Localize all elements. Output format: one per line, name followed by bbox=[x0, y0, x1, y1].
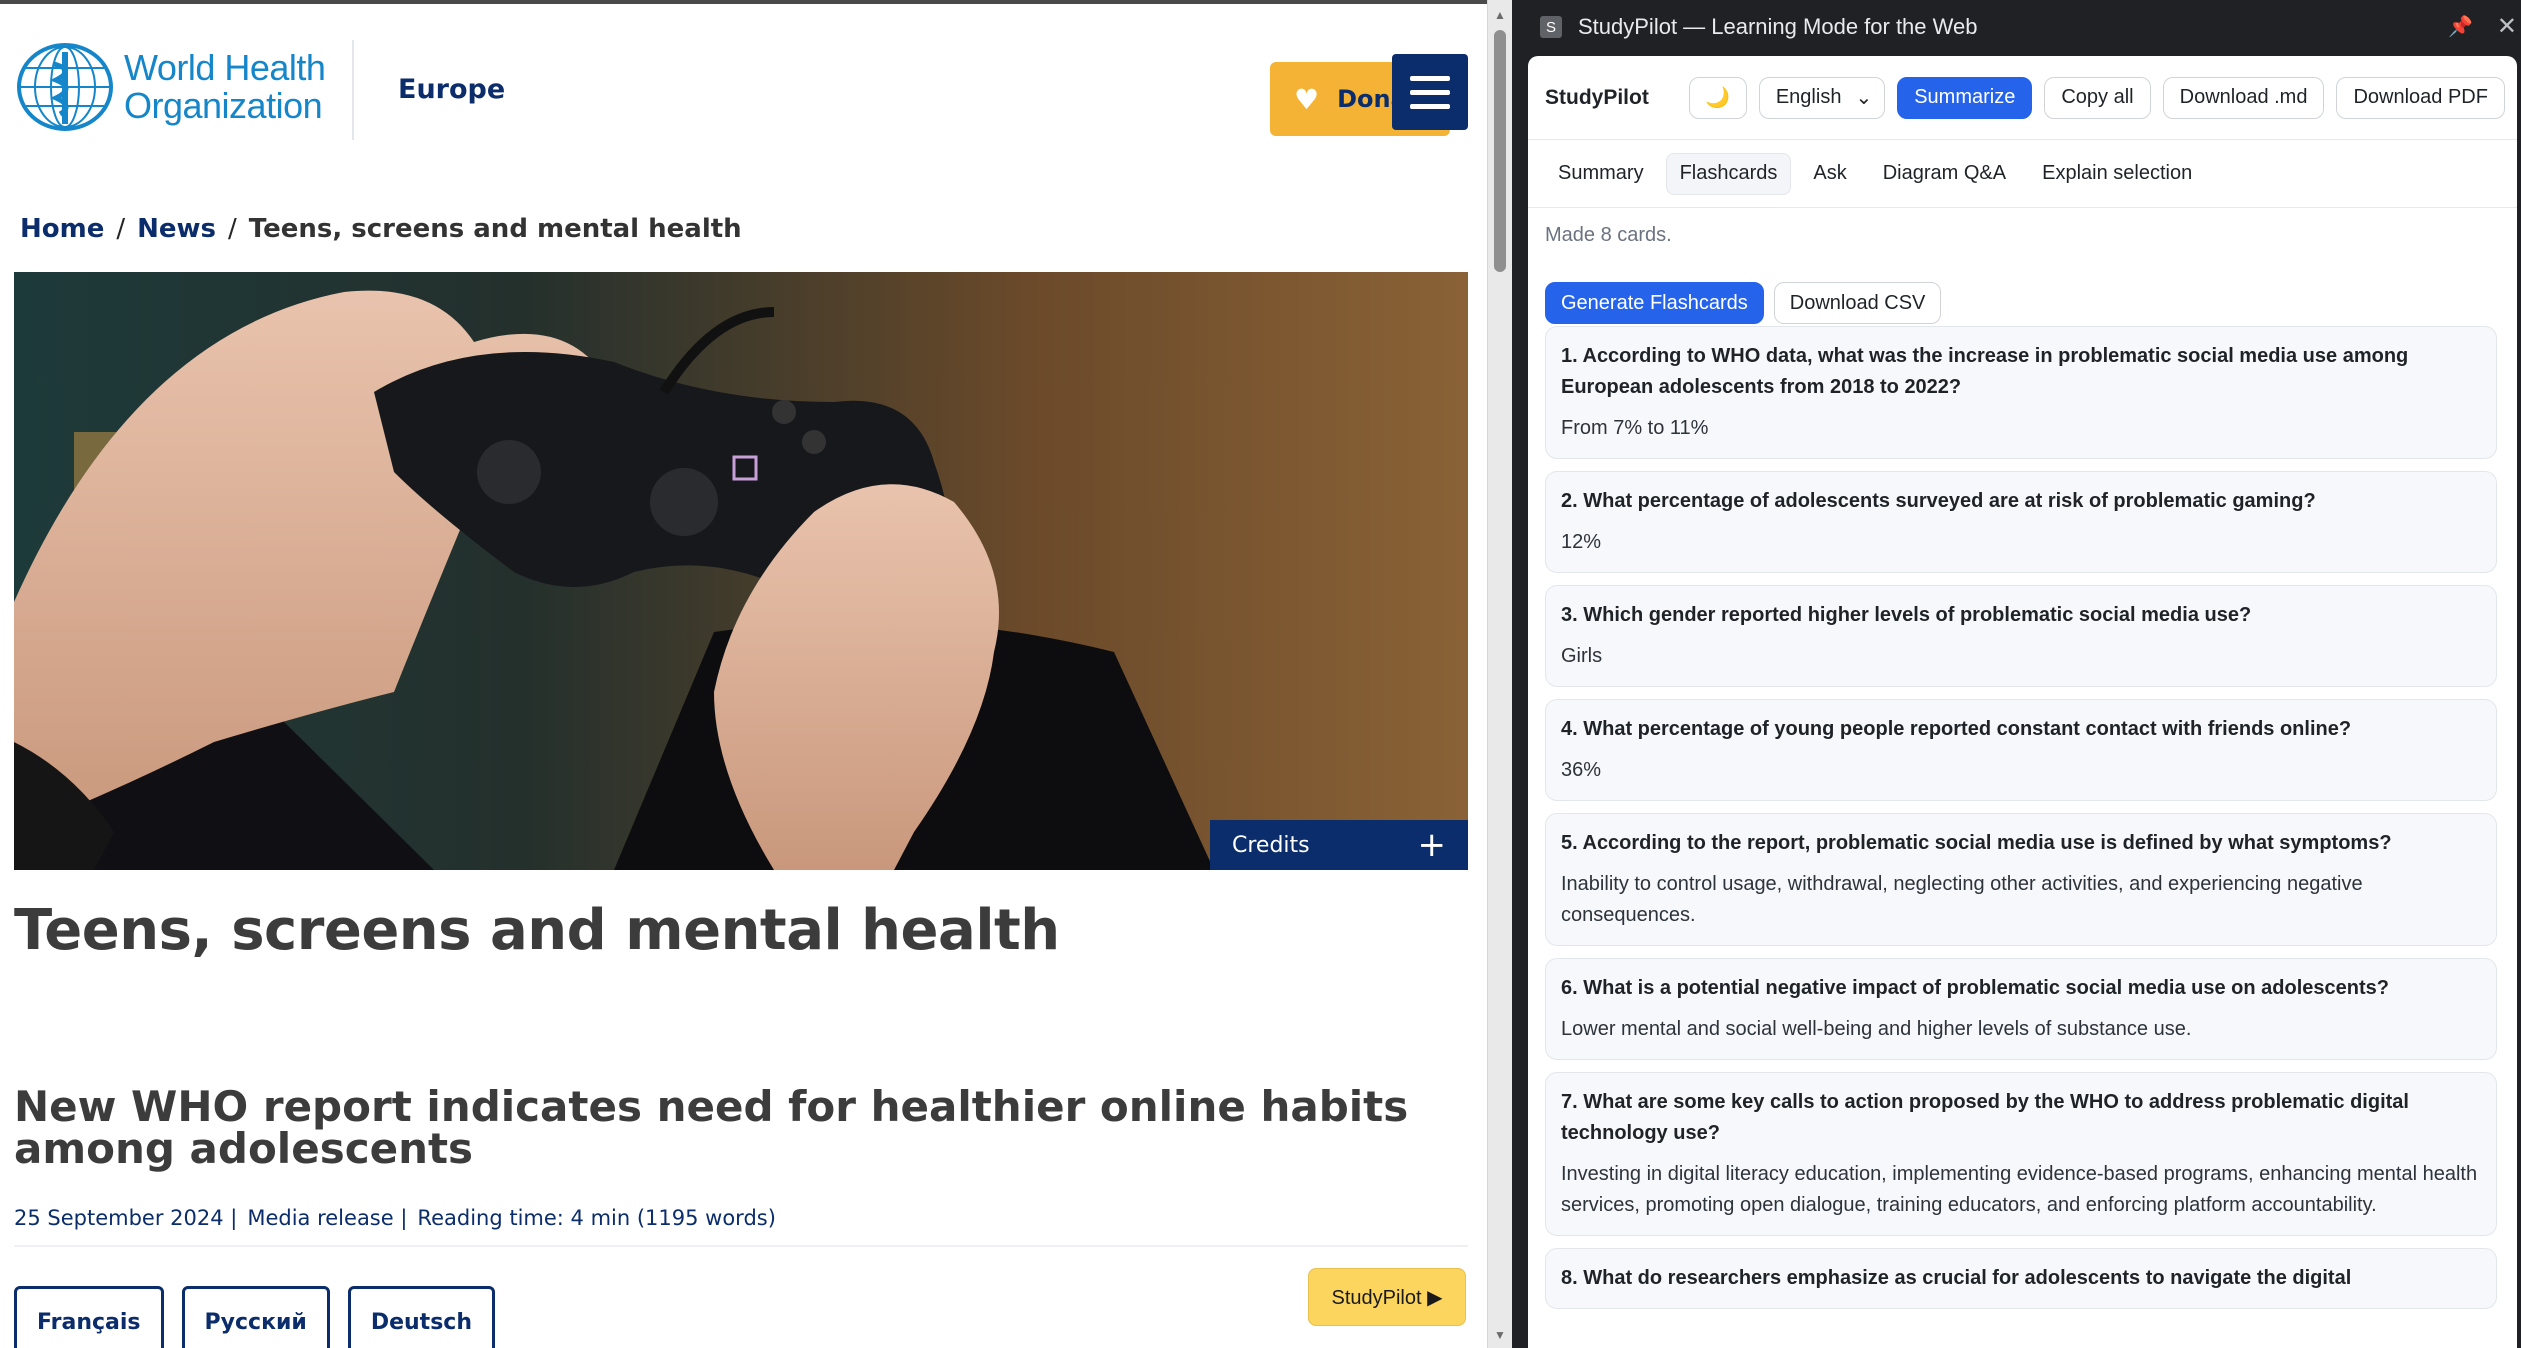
credits-label: Credits bbox=[1232, 832, 1310, 858]
plus-icon: + bbox=[1417, 825, 1447, 865]
flashcard-question: 3. Which gender reported higher levels o… bbox=[1561, 604, 2252, 626]
flashcard-answer: 36% bbox=[1561, 759, 1602, 781]
flashcard-question: 1. According to WHO data, what was the i… bbox=[1561, 345, 2409, 398]
flashcard-answer: Girls bbox=[1561, 645, 1603, 667]
moon-icon: 🌙 bbox=[1705, 87, 1731, 109]
flashcard-answer: From 7% to 11% bbox=[1561, 417, 1709, 439]
panel-body: StudyPilot 🌙 English ⌄ Summarize Copy al… bbox=[1528, 56, 2517, 1348]
dark-mode-toggle[interactable]: 🌙 bbox=[1688, 76, 1747, 119]
article-date: 25 September 2024 | bbox=[14, 1206, 238, 1230]
article-meta: 25 September 2024 | Media release | Read… bbox=[14, 1206, 776, 1230]
article-type: Media release | bbox=[247, 1206, 408, 1230]
hero-image bbox=[14, 272, 1468, 870]
lang-button-fr[interactable]: Français bbox=[14, 1286, 164, 1348]
close-icon[interactable]: ✕ bbox=[2497, 12, 2517, 41]
copy-all-button[interactable]: Copy all bbox=[2044, 76, 2151, 119]
site-header: World Health Organization Europe ♥ Donat… bbox=[0, 4, 1487, 184]
flashcard-question: 5. According to the report, problematic … bbox=[1561, 832, 2392, 854]
language-select[interactable]: English ⌄ bbox=[1758, 76, 1886, 119]
panel-titlebar: S StudyPilot — Learning Mode for the Web… bbox=[1512, 0, 2521, 54]
logo-line-2: Organization bbox=[124, 85, 323, 126]
flashcard-actions: Generate Flashcards Download CSV bbox=[1545, 282, 1942, 324]
tab-summary[interactable]: Summary bbox=[1544, 153, 1658, 195]
tab-explain-selection[interactable]: Explain selection bbox=[2028, 153, 2206, 195]
heart-icon: ♥ bbox=[1294, 82, 1320, 116]
flashcard-question: 7. What are some key calls to action pro… bbox=[1561, 1091, 2409, 1144]
flashcard[interactable]: 7. What are some key calls to action pro… bbox=[1545, 1072, 2497, 1236]
chevron-down-icon: ⌄ bbox=[1855, 87, 1873, 109]
hero-photo-gamepad bbox=[14, 272, 1468, 870]
language-select-value: English bbox=[1775, 86, 1842, 108]
who-page: World Health Organization Europe ♥ Donat… bbox=[0, 0, 1487, 1348]
flashcard[interactable]: 4. What percentage of young people repor… bbox=[1545, 699, 2497, 801]
panel-tabs: Summary Flashcards Ask Diagram Q&A Expla… bbox=[1528, 140, 2517, 208]
divider bbox=[14, 1245, 1468, 1247]
flashcard-answer: Investing in digital literacy education,… bbox=[1561, 1163, 2478, 1216]
breadcrumb: Home / News / Teens, screens and mental … bbox=[20, 214, 742, 244]
flashcard[interactable]: 2. What percentage of adolescents survey… bbox=[1545, 471, 2497, 573]
studypilot-favicon-icon: S bbox=[1540, 16, 1562, 38]
flashcard-answer: Inability to control usage, withdrawal, … bbox=[1561, 873, 2363, 926]
page-title: Teens, screens and mental health bbox=[14, 898, 1060, 963]
breadcrumb-home[interactable]: Home bbox=[20, 214, 104, 244]
tab-diagram-qa[interactable]: Diagram Q&A bbox=[1869, 153, 2020, 195]
download-pdf-button[interactable]: Download PDF bbox=[2336, 76, 2505, 119]
panel-brand: StudyPilot bbox=[1545, 85, 1649, 109]
tab-ask[interactable]: Ask bbox=[1799, 153, 1860, 195]
flashcard-question: 4. What percentage of young people repor… bbox=[1561, 718, 2352, 740]
article-subtitle: New WHO report indicates need for health… bbox=[14, 1082, 1409, 1173]
region-label[interactable]: Europe bbox=[398, 74, 505, 105]
studypilot-launch-button[interactable]: StudyPilot ▶ bbox=[1308, 1268, 1466, 1326]
breadcrumb-news[interactable]: News bbox=[137, 214, 216, 244]
breadcrumb-current: Teens, screens and mental health bbox=[248, 214, 742, 244]
flashcard-question: 2. What percentage of adolescents survey… bbox=[1561, 490, 2316, 512]
panel-toolbar: StudyPilot 🌙 English ⌄ Summarize Copy al… bbox=[1528, 56, 2517, 140]
flashcard-answer: 12% bbox=[1561, 531, 1602, 553]
status-text: Made 8 cards. bbox=[1545, 224, 1672, 246]
pin-icon[interactable]: 📌 bbox=[2448, 14, 2473, 39]
flashcard-question: 8. What do researchers emphasize as cruc… bbox=[1561, 1267, 2352, 1289]
side-panel: S StudyPilot — Learning Mode for the Web… bbox=[1512, 0, 2521, 1348]
flashcard-question: 6. What is a potential negative impact o… bbox=[1561, 977, 2389, 999]
language-switcher: Français Русский Deutsch bbox=[14, 1286, 495, 1348]
download-csv-button[interactable]: Download CSV bbox=[1773, 282, 1942, 324]
flashcard[interactable]: 5. According to the report, problematic … bbox=[1545, 813, 2497, 946]
flashcard[interactable]: 1. According to WHO data, what was the i… bbox=[1545, 326, 2497, 459]
breadcrumb-separator: / bbox=[228, 214, 237, 244]
breadcrumb-separator: / bbox=[116, 214, 126, 244]
flashcard[interactable]: 3. Which gender reported higher levels o… bbox=[1545, 585, 2497, 687]
summarize-button[interactable]: Summarize bbox=[1897, 76, 2033, 119]
lang-button-ru[interactable]: Русский bbox=[181, 1286, 330, 1348]
article-reading-time: Reading time: 4 min (1195 words) bbox=[417, 1206, 776, 1230]
flashcard-list: 1. According to WHO data, what was the i… bbox=[1545, 326, 2497, 1321]
panel-window-title: StudyPilot — Learning Mode for the Web bbox=[1578, 14, 1978, 39]
who-wordmark: World Health Organization bbox=[124, 47, 326, 126]
scroll-up-arrow-icon[interactable]: ▲ bbox=[1494, 8, 1506, 22]
generate-flashcards-button[interactable]: Generate Flashcards bbox=[1545, 282, 1764, 324]
who-logo[interactable]: World Health Organization bbox=[14, 42, 326, 132]
flashcard[interactable]: 8. What do researchers emphasize as cruc… bbox=[1545, 1248, 2497, 1309]
logo-line-1: World Health bbox=[124, 47, 326, 88]
page-scrollbar-thumb[interactable] bbox=[1494, 30, 1506, 272]
download-md-button[interactable]: Download .md bbox=[2162, 76, 2325, 119]
credits-toggle[interactable]: Credits + bbox=[1210, 820, 1468, 870]
hamburger-icon bbox=[1410, 75, 1450, 81]
who-emblem-icon bbox=[17, 43, 113, 131]
hamburger-menu-button[interactable] bbox=[1392, 54, 1468, 130]
lang-button-de[interactable]: Deutsch bbox=[347, 1286, 495, 1348]
logo-divider bbox=[352, 40, 354, 140]
tab-flashcards[interactable]: Flashcards bbox=[1665, 152, 1792, 195]
flashcard[interactable]: 6. What is a potential negative impact o… bbox=[1545, 958, 2497, 1060]
flashcard-answer: Lower mental and social well-being and h… bbox=[1561, 1018, 2192, 1040]
scroll-down-arrow-icon[interactable]: ▼ bbox=[1494, 1328, 1506, 1342]
